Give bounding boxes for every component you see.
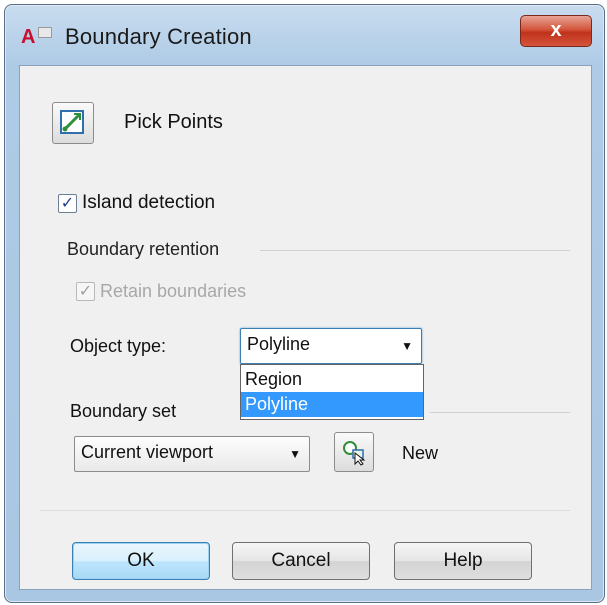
help-button[interactable]: Help	[394, 542, 532, 580]
object-type-label: Object type:	[70, 336, 167, 356]
group-divider	[260, 250, 570, 251]
group-divider	[430, 412, 570, 413]
window-title: Boundary Creation	[65, 24, 252, 49]
boundary-creation-dialog: A Boundary Creation x Pick Points ✓ Isla…	[4, 4, 605, 603]
pick-points-label[interactable]: Pick Points	[124, 111, 223, 134]
boundary-set-select[interactable]: Current viewport ▼	[74, 436, 310, 472]
pick-points-button[interactable]	[52, 102, 94, 144]
island-detection-label[interactable]: Island detection	[82, 192, 215, 214]
object-type-select[interactable]: Polyline ▼	[240, 328, 422, 364]
button-separator	[40, 510, 570, 511]
new-boundary-set-button[interactable]	[334, 432, 374, 472]
retain-boundaries-label: Retain boundaries	[100, 281, 247, 301]
autocad-app-icon: A	[21, 25, 53, 49]
object-type-option-region[interactable]: Region	[241, 367, 423, 392]
ok-button[interactable]: OK	[72, 542, 210, 580]
new-label: New	[402, 443, 439, 463]
close-button[interactable]: x	[520, 15, 592, 47]
select-objects-icon	[343, 441, 366, 466]
object-type-value: Polyline	[247, 334, 311, 354]
dialog-body: Pick Points ✓ Island detection Boundary …	[19, 65, 592, 590]
object-type-dropdown-list: Region Polyline	[240, 364, 424, 420]
chevron-down-icon[interactable]: ▼	[289, 447, 301, 461]
object-type-option-polyline[interactable]: Polyline	[241, 392, 423, 417]
retain-boundaries-checkbox: ✓	[76, 282, 95, 301]
island-detection-checkbox[interactable]: ✓	[58, 194, 77, 213]
chevron-down-icon[interactable]: ▼	[401, 339, 413, 353]
boundary-set-value: Current viewport	[81, 442, 214, 462]
cancel-button[interactable]: Cancel	[232, 542, 370, 580]
title-bar[interactable]: A Boundary Creation x	[5, 5, 604, 65]
pick-points-icon	[60, 110, 84, 134]
boundary-set-heading: Boundary set	[70, 401, 177, 421]
boundary-retention-heading: Boundary retention	[67, 239, 220, 259]
